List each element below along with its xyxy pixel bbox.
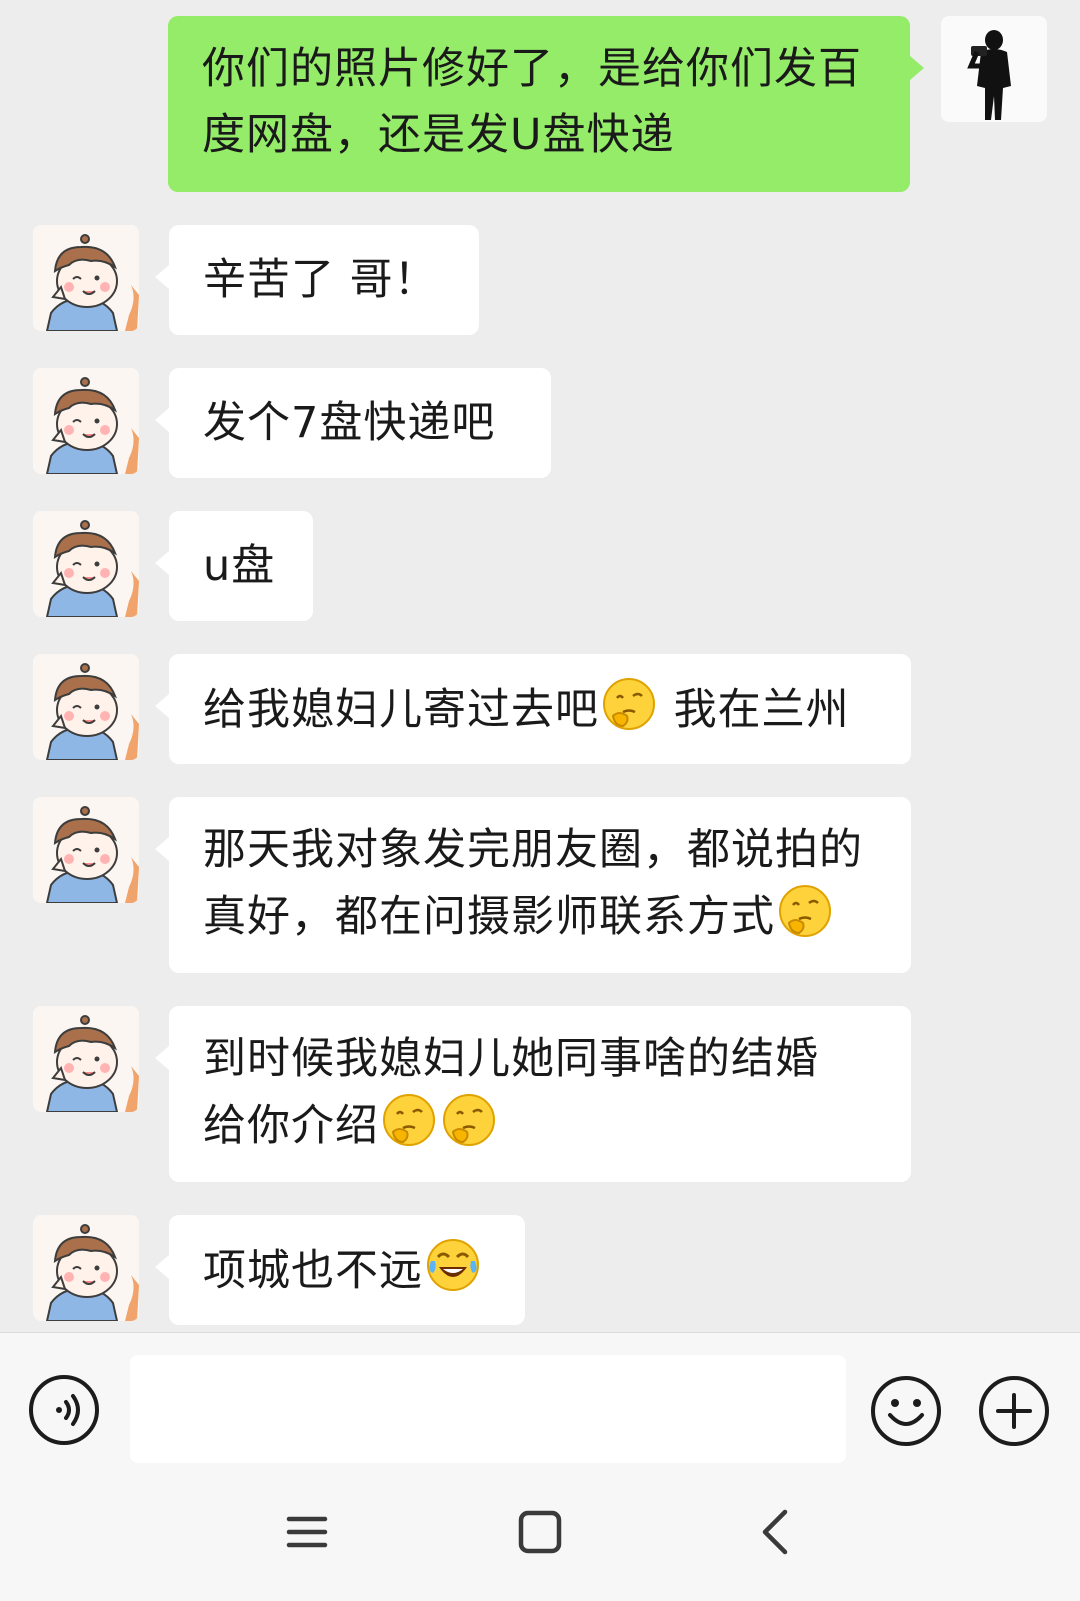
message-text: 辛苦了 哥！ xyxy=(203,255,438,305)
contact-avatar[interactable] xyxy=(33,225,139,331)
message-line: 到时候我媳妇儿她同事啥的结婚 xyxy=(203,1034,819,1084)
my-avatar[interactable] xyxy=(941,16,1047,122)
contact-avatar[interactable] xyxy=(33,797,139,903)
thinking-face-emoji xyxy=(383,1094,435,1146)
smiley-icon xyxy=(871,1376,941,1446)
incoming-message-bubble[interactable]: 给我媳妇儿寄过去吧 我在兰州 xyxy=(155,654,911,764)
contact-avatar[interactable] xyxy=(33,654,139,760)
tears-of-joy-emoji xyxy=(427,1239,479,1291)
voice-icon xyxy=(56,1394,80,1426)
incoming-message-bubble[interactable]: 发个7盘快递吧 xyxy=(155,368,551,478)
contact-avatar[interactable] xyxy=(33,1006,139,1112)
incoming-message-bubble[interactable]: 那天我对象发完朋友圈，都说拍的 真好，都在问摄影师联系方式 xyxy=(155,797,911,973)
incoming-message-bubble[interactable]: 辛苦了 哥！ xyxy=(155,225,479,335)
menu-icon xyxy=(286,1516,328,1548)
contact-avatar[interactable] xyxy=(33,368,139,474)
message-text: 项城也不远 xyxy=(203,1246,423,1296)
home-button[interactable] xyxy=(516,1508,564,1556)
chat-history[interactable]: 你们的照片修好了，是给你们发百 度网盘，还是发U盘快递 辛苦了 哥！ 发个7盘快… xyxy=(0,0,1080,1332)
message-text: 发个7盘快递吧 xyxy=(203,398,496,448)
back-chevron-icon xyxy=(762,1509,788,1555)
thinking-face-emoji xyxy=(443,1094,495,1146)
message-text-field[interactable] xyxy=(130,1355,846,1463)
thinking-face-emoji xyxy=(779,885,831,937)
more-functions-button[interactable] xyxy=(978,1375,1050,1447)
message-line: 度网盘，还是发U盘快递 xyxy=(202,110,675,160)
incoming-message-bubble[interactable]: 项城也不远 xyxy=(155,1215,525,1325)
home-square-icon xyxy=(518,1510,562,1554)
incoming-message-bubble[interactable]: u盘 xyxy=(155,511,313,621)
recent-apps-button[interactable] xyxy=(285,1510,329,1554)
voice-input-button[interactable] xyxy=(29,1375,99,1445)
contact-avatar[interactable] xyxy=(33,1215,139,1321)
thinking-face-emoji xyxy=(603,678,655,730)
outgoing-message-bubble[interactable]: 你们的照片修好了，是给你们发百 度网盘，还是发U盘快递 xyxy=(168,16,924,192)
message-line: 真好，都在问摄影师联系方式 xyxy=(203,892,775,942)
back-button[interactable] xyxy=(757,1508,793,1556)
contact-avatar[interactable] xyxy=(33,511,139,617)
message-input-bar xyxy=(0,1332,1080,1473)
emoji-button[interactable] xyxy=(870,1375,942,1447)
message-text: 给我媳妇儿寄过去吧 xyxy=(203,685,599,735)
message-text: 我在兰州 xyxy=(659,685,850,735)
message-line: 那天我对象发完朋友圈，都说拍的 xyxy=(203,825,863,875)
message-line: 给你介绍 xyxy=(203,1101,379,1151)
plus-icon xyxy=(979,1376,1049,1446)
message-text: u盘 xyxy=(203,541,276,591)
system-navigation-bar xyxy=(0,1472,1080,1601)
message-line: 你们的照片修好了，是给你们发百 xyxy=(202,44,862,94)
incoming-message-bubble[interactable]: 到时候我媳妇儿她同事啥的结婚 给你介绍 xyxy=(155,1006,911,1182)
